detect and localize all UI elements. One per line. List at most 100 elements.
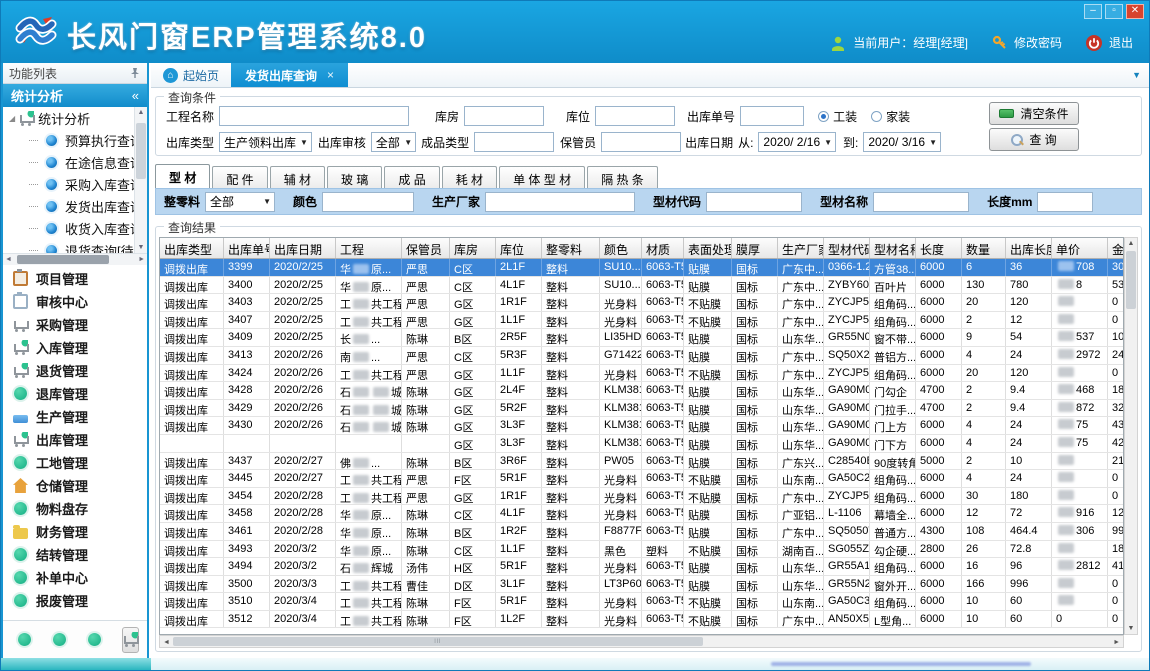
sidebar-item-财务管理[interactable]: 财务管理 [3, 520, 147, 543]
material-tab-玻璃[interactable]: 玻 璃 [327, 166, 382, 188]
radio-jiazhuang[interactable] [871, 111, 882, 122]
tree-root-statistics[interactable]: ◢ 统计分析 [3, 107, 147, 129]
column-header-膜厚[interactable]: 膜厚 [732, 238, 778, 258]
scroll-up-icon[interactable]: ▲ [135, 109, 147, 116]
sidebar-item-物料盘存[interactable]: 物料盘存 [3, 497, 147, 520]
material-tab-耗材[interactable]: 耗 材 [442, 166, 497, 188]
date-from-picker[interactable]: 2020/ 2/16 ▼ [758, 132, 836, 152]
tree-item-预算执行查询[interactable]: 预算执行查询 [3, 129, 147, 151]
collapse-icon[interactable]: « [132, 88, 139, 103]
sidebar-item-生产管理[interactable]: 生产管理 [3, 405, 147, 428]
keeper-input[interactable] [601, 132, 681, 152]
table-row[interactable]: 调拨出库34032020/2/25工共工程严思G区1R1F整料光身料6063-T… [160, 294, 1123, 312]
column-header-出库日期[interactable]: 出库日期 [270, 238, 336, 258]
scrollbar-thumb[interactable] [1126, 251, 1136, 309]
table-row[interactable]: 调拨出库34072020/2/25工共工程严思G区1L1F整料光身料6063-T… [160, 312, 1123, 330]
material-tab-隔热条[interactable]: 隔 热 条 [587, 166, 658, 188]
material-tab-单体型材[interactable]: 单 体 型 材 [499, 166, 585, 188]
close-tab-icon[interactable]: × [327, 68, 334, 82]
column-header-长度[interactable]: 长度 [916, 238, 962, 258]
tree-item-采购入库查询[interactable]: 采购入库查询 [3, 173, 147, 195]
table-row[interactable]: 调拨出库34292020/2/26石城陈琳G区5R2F整料KLM38176063… [160, 400, 1123, 418]
date-to-picker[interactable]: 2020/ 3/16 ▼ [863, 132, 941, 152]
product-type-input[interactable] [474, 132, 554, 152]
minimize-button[interactable]: – [1084, 4, 1102, 19]
table-row[interactable]: 调拨出库34612020/2/28华原...陈琳B区1R2F整料F8877FT6… [160, 523, 1123, 541]
column-header-出库类型[interactable]: 出库类型 [160, 238, 224, 258]
grid-vertical-scrollbar[interactable]: ▲ ▼ [1124, 237, 1138, 635]
tree-item-在途信息查询[待[interactable]: 在途信息查询[待 [3, 151, 147, 173]
column-header-保管员[interactable]: 保管员 [402, 238, 450, 258]
sidebar-item-退库管理[interactable]: 退库管理 [3, 382, 147, 405]
outbound-type-select[interactable]: 生产领料出库 ▼ [219, 132, 312, 152]
tree-item-收货入库查询[interactable]: 收货入库查询 [3, 217, 147, 239]
tab-home[interactable]: ⌂ 起始页 [151, 63, 231, 87]
scroll-up-icon[interactable]: ▲ [1125, 240, 1137, 247]
column-header-表面处理[interactable]: 表面处理 [684, 238, 732, 258]
table-row[interactable]: 调拨出库34452020/2/27工共工程严思F区5R1F整料光身料6063-T… [160, 470, 1123, 488]
table-row[interactable]: 调拨出库34542020/2/28工共工程严思G区1R1F整料光身料6063-T… [160, 488, 1123, 506]
table-row[interactable]: 调拨出库35002020/3/3工共工程曹佳D区3L1F整料LT3P606063… [160, 576, 1123, 594]
table-row[interactable]: 调拨出库34932020/3/2华原...陈琳C区1L1F整料黑色塑料不贴膜国标… [160, 541, 1123, 559]
sidebar-item-补单中心[interactable]: 补单中心 [3, 566, 147, 589]
filter-input-长度mm[interactable] [1037, 192, 1093, 212]
change-password-link[interactable]: 修改密码 [1014, 34, 1062, 51]
table-row[interactable]: 调拨出库35102020/3/4工共工程陈琳F区5R1F整料光身料6063-T5… [160, 593, 1123, 611]
scroll-down-icon[interactable]: ▼ [135, 244, 147, 251]
outbound-no-input[interactable] [740, 106, 804, 126]
location-input[interactable] [595, 106, 675, 126]
material-tab-型材[interactable]: 型 材 [155, 164, 210, 188]
warehouse-input[interactable] [464, 106, 544, 126]
table-row[interactable]: 调拨出库34372020/2/27佛...陈琳B区3R6F整料PW056063-… [160, 453, 1123, 471]
column-header-单价[interactable]: 单价 [1052, 238, 1108, 258]
column-header-型材代码[interactable]: 型材代码 [824, 238, 870, 258]
sidebar-item-采购管理[interactable]: 采购管理 [3, 313, 147, 336]
scrollbar-thumb[interactable] [136, 123, 146, 179]
close-button[interactable]: ✕ [1126, 4, 1144, 19]
grid-horizontal-scrollbar[interactable]: ◄ ► lll [159, 635, 1124, 648]
radio-gongzhuang[interactable] [818, 111, 829, 122]
scroll-right-icon[interactable]: ► [138, 256, 145, 263]
maximize-button[interactable]: ▫ [1105, 4, 1123, 19]
scroll-down-icon[interactable]: ▼ [1125, 625, 1137, 632]
column-header-出库长度[interactable]: 出库长度 [1006, 238, 1052, 258]
outbound-audit-select[interactable]: 全部 ▼ [371, 132, 416, 152]
tree-horizontal-scrollbar[interactable]: ◄ ► [3, 253, 147, 265]
column-header-材质[interactable]: 材质 [642, 238, 684, 258]
sidebar-item-审核中心[interactable]: 审核中心 [3, 290, 147, 313]
sidebar-item-结转管理[interactable]: 结转管理 [3, 543, 147, 566]
column-header-整零料[interactable]: 整零料 [542, 238, 600, 258]
scroll-left-icon[interactable]: ◄ [5, 256, 12, 263]
column-header-生产厂家[interactable]: 生产厂家 [778, 238, 824, 258]
table-row[interactable]: 调拨出库34132020/2/26南...严思C区5R3F整料G71422606… [160, 347, 1123, 365]
tab-list-caret-icon[interactable]: ▼ [1132, 70, 1149, 80]
project-name-input[interactable] [219, 106, 409, 126]
column-header-颜色[interactable]: 颜色 [600, 238, 642, 258]
sidebar-item-项目管理[interactable]: 项目管理 [3, 267, 147, 290]
sidebar-item-仓储管理[interactable]: 仓储管理 [3, 474, 147, 497]
clear-conditions-button[interactable]: 清空条件 [989, 102, 1079, 125]
column-header-工程[interactable]: 工程 [336, 238, 402, 258]
scrollbar-thumb[interactable]: lll [173, 637, 703, 646]
table-row[interactable]: G区3L3F整料KLM38176063-T5贴膜国标山东华...GA90M09.… [160, 435, 1123, 453]
table-row[interactable]: 调拨出库34282020/2/26石城陈琳G区2L4F整料KLM38176063… [160, 382, 1123, 400]
column-header-库房[interactable]: 库房 [450, 238, 496, 258]
filter-input-型材名称[interactable] [873, 192, 969, 212]
column-header-出库单号[interactable]: 出库单号 [224, 238, 270, 258]
module-dot-icon[interactable] [18, 633, 31, 646]
sidebar-item-出库管理[interactable]: 出库管理 [3, 428, 147, 451]
filter-input-型材代码[interactable] [706, 192, 802, 212]
column-header-库位[interactable]: 库位 [496, 238, 542, 258]
sidebar-item-退货管理[interactable]: 退货管理 [3, 359, 147, 382]
table-row[interactable]: 调拨出库34302020/2/26石城陈琳G区3L3F整料KLM38176063… [160, 417, 1123, 435]
module-dot-icon[interactable] [53, 633, 66, 646]
table-row[interactable]: 调拨出库34242020/2/26工共工程严思G区1L1F整料光身料6063-T… [160, 365, 1123, 383]
scrollbar-thumb[interactable] [17, 255, 109, 264]
filter-select-整零料[interactable]: 全部▼ [205, 192, 275, 212]
material-tab-成品[interactable]: 成 品 [384, 166, 439, 188]
pin-icon[interactable] [129, 67, 141, 79]
table-row[interactable]: 调拨出库33992020/2/25华原...严思C区2L1F整料SU10...6… [160, 259, 1123, 277]
sidebar-item-报废管理[interactable]: 报废管理 [3, 589, 147, 612]
column-header-型材名称[interactable]: 型材名称 [870, 238, 916, 258]
cart-module-button[interactable] [122, 627, 139, 653]
